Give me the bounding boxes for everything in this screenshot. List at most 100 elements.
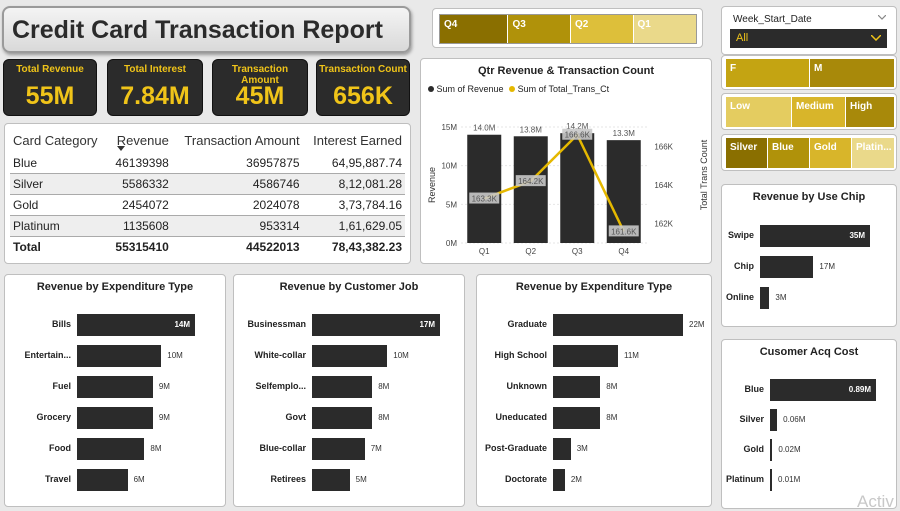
- bar[interactable]: [760, 287, 770, 309]
- bar-row: Entertain... 10M: [24, 345, 183, 367]
- bar-row: Blue 0.89M: [744, 379, 876, 401]
- bar-value-label: 8M: [378, 382, 390, 391]
- slicer-tile-q4[interactable]: Q4: [440, 15, 509, 43]
- bar-value-label: 14M: [174, 320, 190, 329]
- bar[interactable]: [77, 345, 162, 367]
- bar-row: Grocery 9M: [36, 407, 170, 429]
- y-tick-label: 10M: [441, 162, 457, 171]
- bar[interactable]: [312, 438, 365, 460]
- kpi-label: Total Interest: [123, 64, 187, 75]
- table-header-card-category[interactable]: Card Category: [10, 130, 108, 153]
- bar-row: Fuel 9M: [52, 376, 170, 398]
- slicer-tile-q3[interactable]: Q3: [508, 15, 571, 43]
- kpi-value: 45M: [235, 82, 285, 110]
- x-tick-label: Q2: [525, 247, 536, 256]
- bar-category-label: White-collar: [254, 350, 306, 360]
- acq-cost-chart-panel: Cusomer Acq Cost Blue 0.89M Silver 0.06M Gol…: [721, 339, 897, 509]
- chart-title: Revenue by Customer Job: [279, 281, 419, 293]
- bar-category-label: Graduate: [507, 319, 547, 329]
- bar[interactable]: [553, 376, 601, 398]
- slicer-tile-high[interactable]: High: [846, 97, 894, 127]
- bar-value-label: 0.01M: [778, 475, 801, 484]
- table-header-transaction-amount[interactable]: Transaction Amount: [172, 130, 303, 153]
- bar[interactable]: [77, 438, 145, 460]
- bar-row: Online 3M: [726, 287, 787, 309]
- bar-row: Swipe 35M: [728, 225, 870, 247]
- kpi-total-revenue: Total Revenue 55M: [3, 59, 97, 116]
- bar[interactable]: [312, 407, 373, 429]
- bar-row: White-collar 10M: [254, 345, 409, 367]
- bar[interactable]: [770, 469, 772, 491]
- slicer-tile-blue[interactable]: Blue: [768, 138, 810, 168]
- bar[interactable]: [312, 469, 350, 491]
- bar-data-label: 13.3M: [613, 129, 636, 138]
- y-tick-label: 15M: [441, 123, 457, 132]
- bar-category-label: Swipe: [727, 230, 754, 240]
- chevron-down-icon[interactable]: [878, 15, 886, 20]
- bar[interactable]: [77, 407, 153, 429]
- bar-category-label: Fuel: [52, 381, 71, 391]
- bar[interactable]: 17M: [312, 314, 440, 336]
- y-tick-label: 0M: [446, 239, 457, 248]
- slicer-tile-gold[interactable]: Gold: [810, 138, 852, 168]
- slicer-tile-q2[interactable]: Q2: [570, 15, 634, 43]
- bar[interactable]: [553, 314, 683, 336]
- bar[interactable]: 14M: [77, 314, 195, 336]
- bar-value-label: 8M: [150, 444, 162, 453]
- kpi-label: Total Revenue: [16, 64, 84, 75]
- y2-axis-title: Total Trans Count: [699, 139, 709, 210]
- table-row: Gold 2454072 2024078 3,73,784.16: [10, 194, 405, 216]
- y2-tick-label: 162K: [654, 220, 673, 229]
- bar-category-label: Blue-collar: [259, 443, 306, 453]
- slicer-tile-low[interactable]: Low: [726, 97, 792, 127]
- bar[interactable]: 0.89M: [770, 379, 876, 401]
- customer-job-chart-panel: Revenue by Customer Job Businessman 17M Wh…: [233, 274, 465, 507]
- bar[interactable]: [553, 345, 618, 367]
- table-header-interest-earned[interactable]: Interest Earned: [303, 130, 405, 153]
- bar[interactable]: [553, 438, 571, 460]
- bar-category-label: Doctorate: [504, 474, 547, 484]
- bar[interactable]: [312, 376, 373, 398]
- bar[interactable]: [77, 376, 153, 398]
- bar[interactable]: [770, 439, 773, 461]
- bar[interactable]: 35M: [760, 225, 870, 247]
- slicer-label: Week_Start_Date: [733, 14, 812, 25]
- qtr-revenue-chart-panel: Qtr Revenue & Transaction Count Sum of R…: [420, 58, 712, 264]
- bar[interactable]: [312, 345, 388, 367]
- card-category-slicer: Silver Blue Gold Platin...: [721, 134, 897, 171]
- bar-value-label: 3M: [775, 293, 787, 302]
- bar-value-label: 10M: [393, 351, 409, 360]
- bar-data-label: 14.0M: [473, 124, 496, 133]
- revenue-bar: [560, 133, 595, 243]
- slicer-tile-q1[interactable]: Q1: [633, 15, 696, 43]
- table-row: Silver 5586332 4586746 8,12,081.28: [10, 173, 405, 195]
- slicer-tile-silver[interactable]: Silver: [726, 138, 768, 168]
- slicer-tile-m[interactable]: M: [810, 59, 894, 87]
- bar-value-label: 3M: [576, 444, 588, 453]
- kpi-total-interest: Total Interest 7.84M: [107, 59, 203, 116]
- bar-row: Blue-collar 7M: [259, 438, 382, 460]
- bar[interactable]: [770, 409, 778, 431]
- chart-title: Revenue by Expenditure Type: [515, 281, 673, 293]
- y2-tick-label: 166K: [654, 142, 673, 151]
- expenditure-chart-panel: Revenue by Expenditure Type Bills 14M Ente…: [4, 274, 226, 507]
- report-title: Credit Card Transaction Report: [12, 16, 383, 44]
- slicer-tile-f[interactable]: F: [726, 59, 810, 87]
- bar-category-label: High School: [494, 350, 548, 360]
- slicer-tile-medium[interactable]: Medium: [792, 97, 846, 127]
- trans-count-line: [483, 132, 625, 232]
- bar-row: Businessman 17M: [247, 314, 440, 336]
- bar-row: Bills 14M: [52, 314, 195, 336]
- dropdown-value: All: [736, 32, 749, 44]
- bar[interactable]: [760, 256, 814, 278]
- bar[interactable]: [553, 469, 565, 491]
- bar[interactable]: [77, 469, 128, 491]
- slicer-tile-platinum[interactable]: Platin...: [852, 138, 894, 168]
- bar-row: Unknown 8M: [507, 376, 617, 398]
- week-start-date-dropdown[interactable]: All: [730, 29, 887, 48]
- bar[interactable]: [553, 407, 601, 429]
- kpi-transaction-amount: Transaction Amount 45M: [212, 59, 308, 116]
- income-slicer: Low Medium High: [721, 93, 897, 130]
- y-axis-title: Revenue: [427, 167, 437, 203]
- line-data-label: 166.6K: [565, 131, 591, 140]
